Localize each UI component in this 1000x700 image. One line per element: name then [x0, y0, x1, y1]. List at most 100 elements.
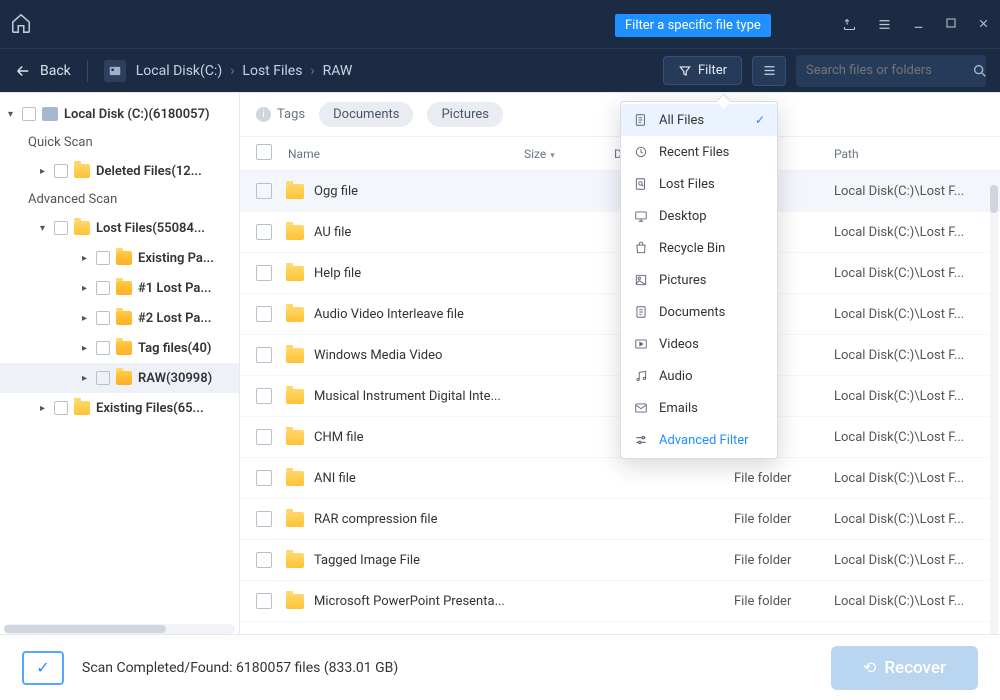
breadcrumb-item[interactable]: Local Disk(C:)	[136, 63, 222, 79]
checkbox[interactable]	[54, 221, 68, 235]
search-input[interactable]	[806, 63, 972, 78]
folder-star-icon	[116, 281, 132, 295]
share-icon[interactable]	[842, 17, 857, 32]
checkbox[interactable]	[256, 470, 272, 486]
file-path: Local Disk(C:)\Lost F...	[834, 389, 984, 404]
maximize-icon[interactable]	[945, 17, 957, 32]
chevron-right-icon[interactable]: ▸	[40, 166, 54, 177]
filter-option[interactable]: Audio	[621, 360, 777, 392]
chevron-down-icon[interactable]: ▾	[8, 109, 22, 120]
checkbox[interactable]	[256, 265, 272, 281]
chevron-right-icon[interactable]: ▸	[82, 343, 96, 354]
col-name[interactable]: Name	[280, 147, 524, 161]
filter-option[interactable]: Lost Files	[621, 168, 777, 200]
filter-option[interactable]: Pictures	[621, 264, 777, 296]
file-path: Local Disk(C:)\Lost F...	[834, 471, 984, 486]
file-row[interactable]: Tagged Image FileFile folderLocal Disk(C…	[240, 540, 1000, 581]
checkbox[interactable]	[256, 306, 272, 322]
menu-icon[interactable]	[877, 17, 892, 32]
tag-pill-documents[interactable]: Documents	[319, 102, 413, 127]
checkbox[interactable]	[256, 388, 272, 404]
advanced-filter-item[interactable]: Advanced Filter	[621, 424, 777, 456]
tree-item-lost-part1[interactable]: ▸ #1 Lost Pa...	[0, 273, 239, 303]
checkbox[interactable]	[256, 347, 272, 363]
back-button[interactable]: Back	[14, 62, 71, 80]
breadcrumb-item[interactable]: RAW	[323, 63, 353, 79]
recover-button[interactable]: ⟲ Recover	[831, 646, 978, 690]
view-toggle[interactable]	[752, 56, 786, 86]
tree-item-lost-files[interactable]: ▾ Lost Files(55084...	[0, 213, 239, 243]
tree-item-existing-part[interactable]: ▸ Existing Pa...	[0, 243, 239, 273]
sort-icon: ▾	[550, 151, 555, 161]
tree-item-deleted[interactable]: ▸ Deleted Files(12...	[0, 156, 239, 186]
home-icon[interactable]	[10, 12, 34, 36]
main: ▾ Local Disk (C:)(6180057) Quick Scan ▸ …	[0, 92, 1000, 634]
folder-icon	[286, 430, 304, 445]
checkbox[interactable]	[22, 107, 36, 121]
search-box[interactable]	[796, 55, 986, 87]
file-name: Tagged Image File	[314, 553, 734, 568]
checkbox[interactable]	[256, 552, 272, 568]
checkbox[interactable]	[96, 371, 110, 385]
tree-item-existing-files[interactable]: ▸ Existing Files(65...	[0, 393, 239, 423]
checkbox[interactable]	[96, 311, 110, 325]
checkbox-all[interactable]	[256, 144, 272, 160]
folder-icon	[286, 225, 304, 240]
chevron-right-icon[interactable]: ▸	[82, 253, 96, 264]
tag-pill-pictures[interactable]: Pictures	[427, 102, 502, 127]
checkbox[interactable]	[96, 341, 110, 355]
filter-option[interactable]: Documents	[621, 296, 777, 328]
checkbox[interactable]	[54, 401, 68, 415]
checkbox[interactable]	[54, 164, 68, 178]
breadcrumb-item[interactable]: Lost Files	[242, 63, 302, 79]
filter-option[interactable]: Recent Files	[621, 136, 777, 168]
check-icon: ✓	[755, 113, 765, 127]
checkbox[interactable]	[256, 593, 272, 609]
folder-star-icon	[116, 371, 132, 385]
filter-button[interactable]: Filter	[663, 56, 742, 85]
file-row[interactable]: RAR compression fileFile folderLocal Dis…	[240, 499, 1000, 540]
tree-item-tag-files[interactable]: ▸ Tag files(40)	[0, 333, 239, 363]
filter-option[interactable]: All Files✓	[621, 104, 777, 136]
chevron-right-icon[interactable]: ▸	[40, 403, 54, 414]
filter-type-icon	[633, 336, 649, 352]
checkbox[interactable]	[256, 511, 272, 527]
checkbox[interactable]	[96, 281, 110, 295]
chevron-right-icon[interactable]: ▸	[82, 283, 96, 294]
chevron-right-icon[interactable]: ▸	[82, 313, 96, 324]
filter-option[interactable]: Desktop	[621, 200, 777, 232]
checkbox[interactable]	[256, 183, 272, 199]
checkbox[interactable]	[256, 429, 272, 445]
filter-option[interactable]: Videos	[621, 328, 777, 360]
col-size[interactable]: Size▾	[524, 147, 614, 161]
filter-option-label: Desktop	[659, 209, 707, 224]
checkbox[interactable]	[96, 251, 110, 265]
file-name: ANI file	[314, 471, 734, 486]
tree-item-lost-part2[interactable]: ▸ #2 Lost Pa...	[0, 303, 239, 333]
col-path[interactable]: Path	[834, 147, 984, 161]
tree-root[interactable]: ▾ Local Disk (C:)(6180057)	[0, 99, 239, 129]
disk-icon[interactable]	[104, 60, 126, 82]
tree-item-raw[interactable]: ▸ RAW(30998)	[0, 363, 239, 393]
file-row[interactable]: Microsoft PowerPoint Presenta...File fol…	[240, 581, 1000, 622]
folder-icon	[74, 221, 90, 235]
filter-option-label: Audio	[659, 369, 692, 384]
scrollbar-horizontal[interactable]	[4, 624, 235, 634]
scrollbar-vertical[interactable]	[990, 185, 998, 634]
filter-tooltip: Filter a specific file type	[615, 14, 771, 37]
filter-option[interactable]: Emails	[621, 392, 777, 424]
search-icon[interactable]	[972, 63, 988, 79]
filter-type-icon	[633, 240, 649, 256]
minimize-icon[interactable]	[912, 17, 925, 32]
checkbox[interactable]	[256, 224, 272, 240]
filter-type-icon	[633, 368, 649, 384]
file-path: Local Disk(C:)\Lost F...	[834, 307, 984, 322]
filter-option[interactable]: Recycle Bin	[621, 232, 777, 264]
tree-label: #2 Lost Pa...	[138, 311, 211, 326]
close-icon[interactable]	[977, 17, 990, 32]
file-row[interactable]: ANI fileFile folderLocal Disk(C:)\Lost F…	[240, 458, 1000, 499]
breadcrumb: Local Disk(C:) › Lost Files › RAW	[136, 63, 353, 79]
tree-label: Existing Files(65...	[96, 401, 204, 416]
chevron-down-icon[interactable]: ▾	[40, 223, 54, 234]
chevron-right-icon[interactable]: ▸	[82, 373, 96, 384]
